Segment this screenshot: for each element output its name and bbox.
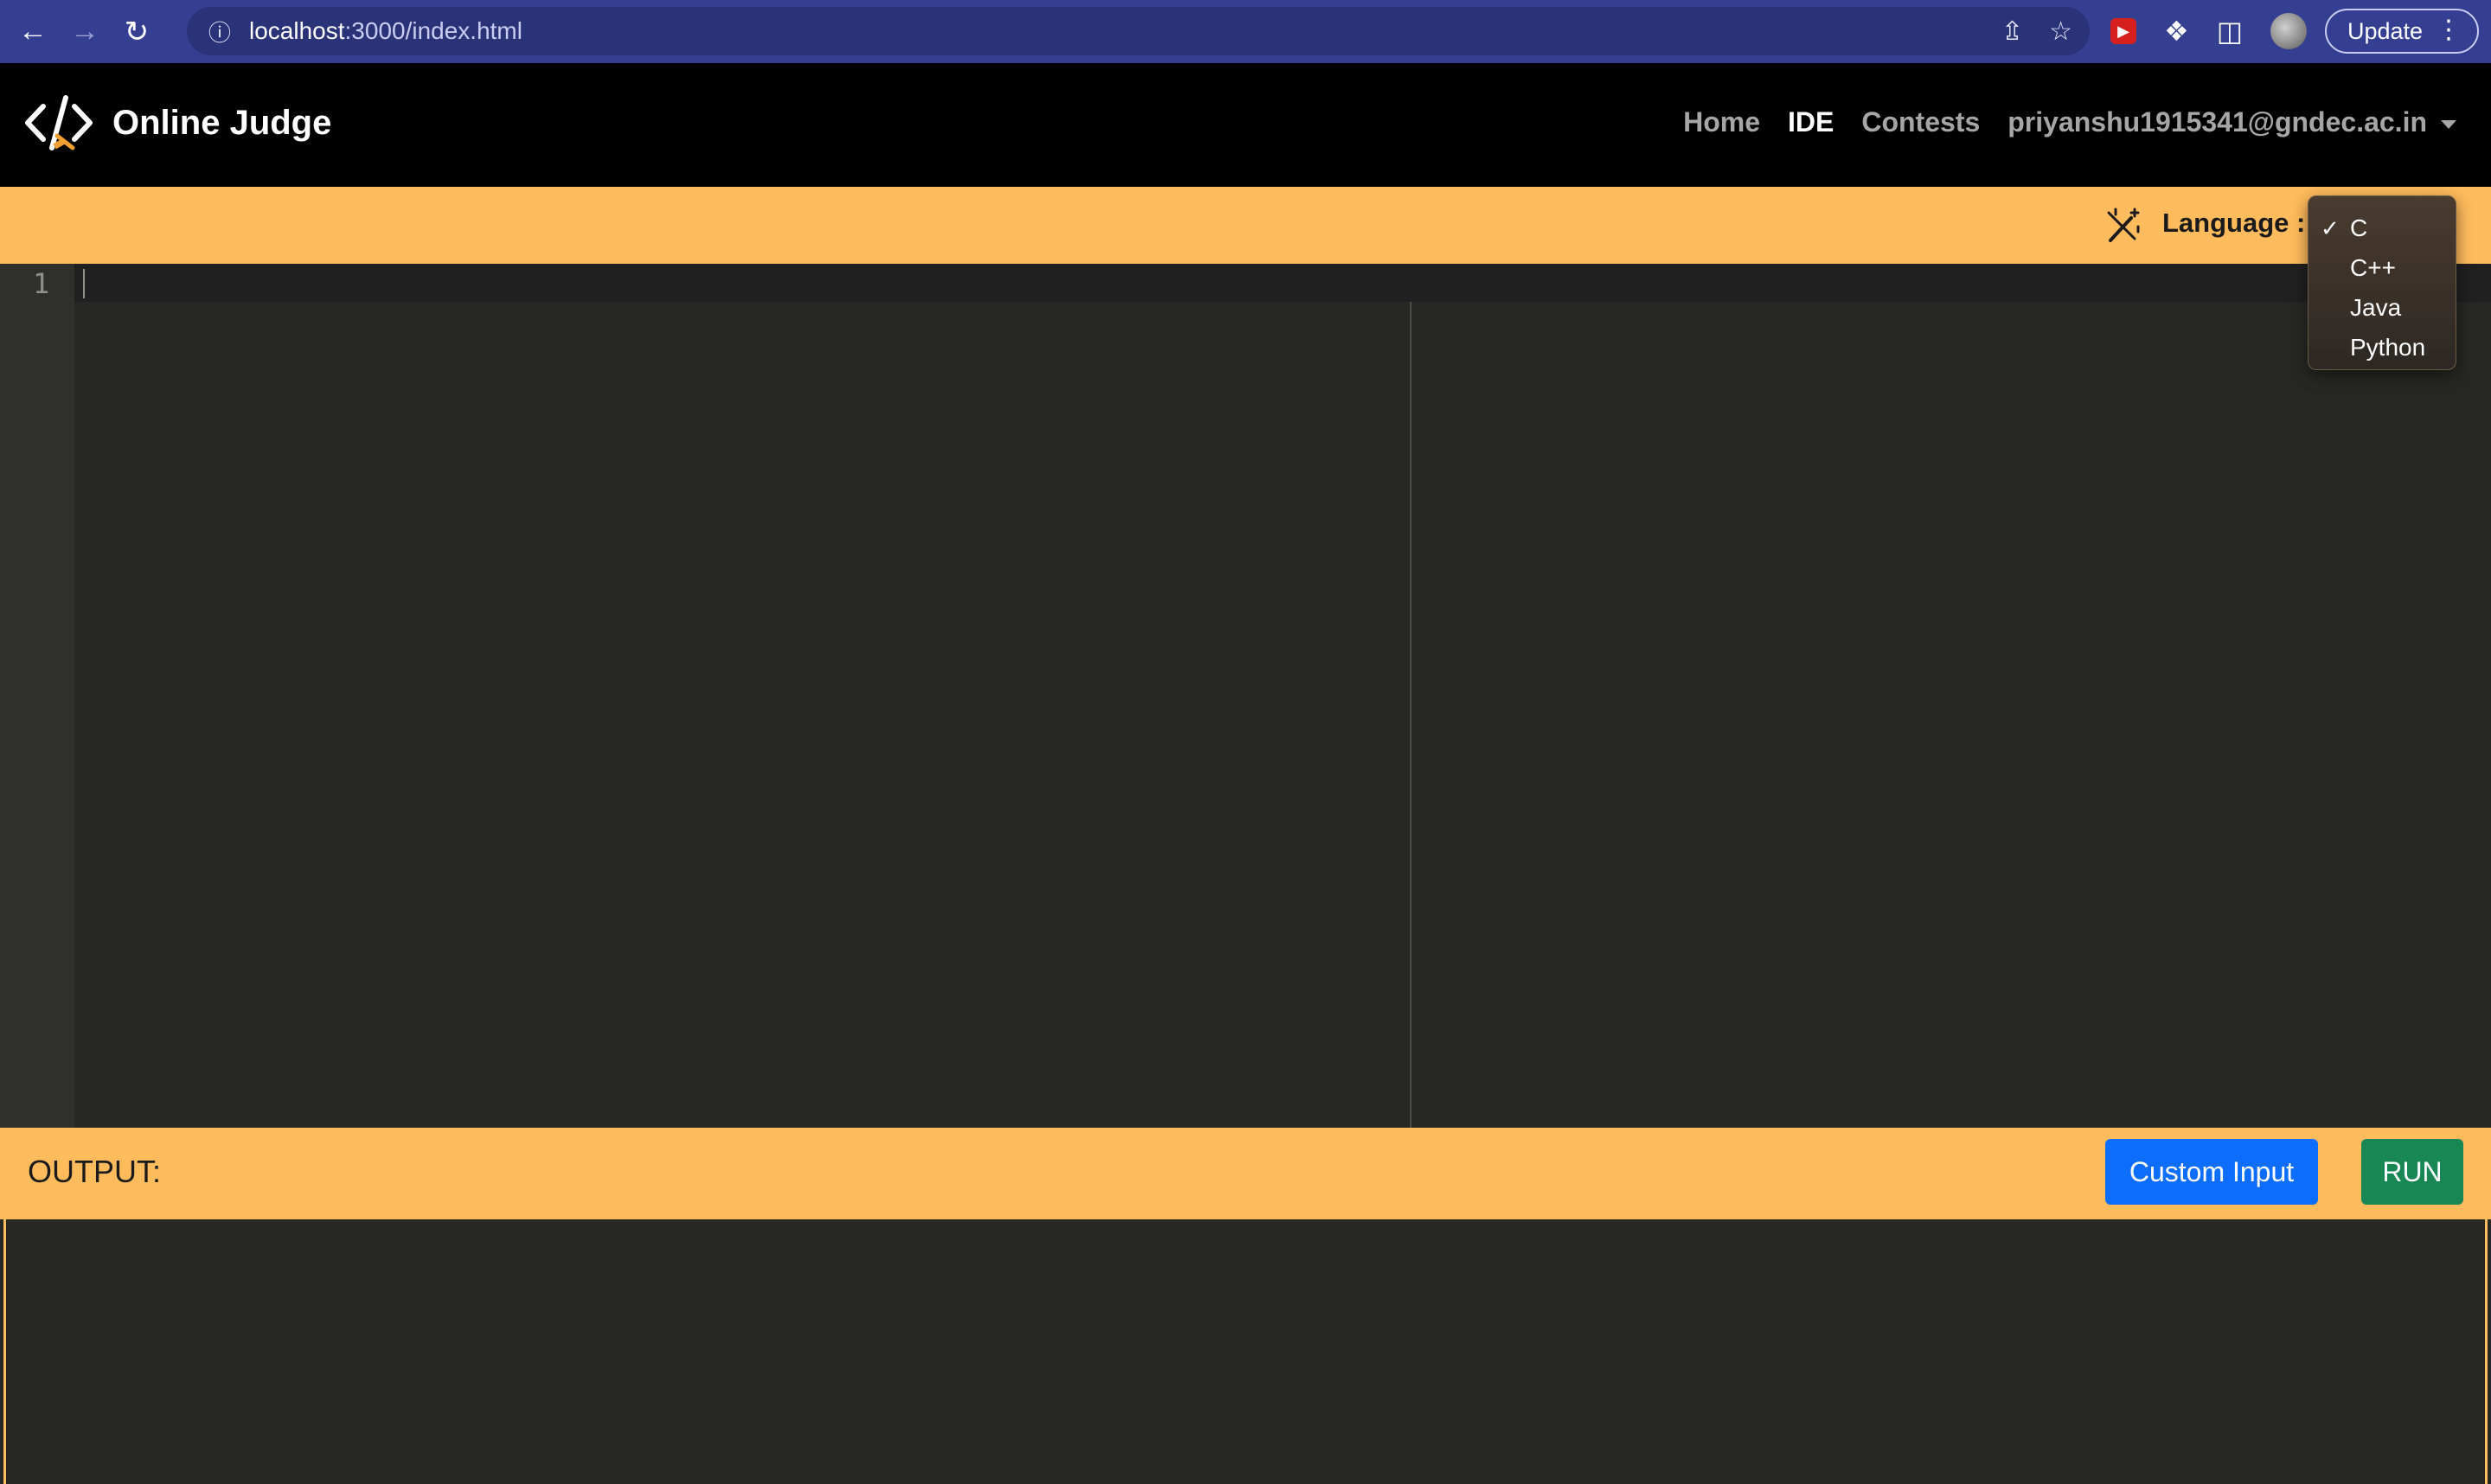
user-email: priyanshu1915341@gndec.ac.in bbox=[2008, 106, 2427, 138]
bookmark-star-icon[interactable]: ☆ bbox=[2049, 16, 2072, 47]
language-toolbar: Language : bbox=[0, 187, 2491, 264]
update-button[interactable]: Update ⋮ bbox=[2325, 9, 2479, 54]
language-select-menu[interactable]: ✓ C C++ Java Python bbox=[2308, 195, 2456, 370]
nav-home[interactable]: Home bbox=[1683, 106, 1760, 138]
language-option-java[interactable]: Java bbox=[2308, 288, 2456, 328]
language-label: Language : bbox=[2162, 208, 2306, 238]
url-path: :3000/index.html bbox=[344, 17, 522, 44]
site-info-icon[interactable]: ⓘ bbox=[206, 17, 234, 46]
custom-input-button[interactable]: Custom Input bbox=[2105, 1139, 2318, 1205]
address-bar[interactable]: ⓘ localhost:3000/index.html ⇫ ☆ bbox=[187, 7, 2090, 55]
back-icon[interactable]: ← bbox=[10, 10, 55, 54]
option-label: Python bbox=[2350, 334, 2426, 361]
user-menu[interactable]: priyanshu1915341@gndec.ac.in bbox=[2008, 106, 2456, 138]
option-label: C bbox=[2350, 214, 2368, 241]
brand[interactable]: Online Judge bbox=[22, 91, 331, 155]
update-label: Update bbox=[2347, 17, 2424, 44]
url-text[interactable]: localhost:3000/index.html bbox=[249, 17, 522, 45]
menu-dots-icon[interactable]: ⋮ bbox=[2436, 17, 2462, 43]
run-button[interactable]: RUN bbox=[2361, 1139, 2463, 1205]
extension-red-icon[interactable]: ▶ bbox=[2110, 18, 2136, 44]
brand-name: Online Judge bbox=[112, 103, 332, 142]
code-logo-icon bbox=[25, 95, 93, 150]
nav-contests[interactable]: Contests bbox=[1861, 106, 1980, 138]
code-editor[interactable]: 1 bbox=[0, 264, 2491, 1128]
puzzle-extensions-icon[interactable]: ❖ bbox=[2164, 15, 2189, 48]
url-host: localhost bbox=[249, 17, 345, 44]
line-number: 1 bbox=[33, 267, 50, 300]
output-label: OUTPUT: bbox=[28, 1154, 162, 1189]
share-icon[interactable]: ⇫ bbox=[2001, 16, 2023, 47]
magic-wand-icon[interactable] bbox=[2104, 206, 2143, 246]
language-option-c[interactable]: ✓ C bbox=[2308, 208, 2456, 248]
print-margin bbox=[1410, 302, 1412, 1128]
language-option-python[interactable]: Python bbox=[2308, 328, 2456, 368]
checkmark-icon: ✓ bbox=[2321, 215, 2340, 241]
text-cursor bbox=[83, 269, 85, 298]
side-panel-icon[interactable]: ◫ bbox=[2217, 15, 2243, 48]
nav-links: Home IDE Contests priyanshu1915341@gndec… bbox=[1655, 106, 2456, 138]
chevron-down-icon bbox=[2441, 119, 2456, 129]
profile-avatar[interactable] bbox=[2270, 13, 2307, 49]
forward-icon[interactable]: → bbox=[62, 10, 107, 54]
output-toolbar: OUTPUT: Custom Input RUN bbox=[0, 1128, 2491, 1219]
browser-toolbar: ← → ↻ ⓘ localhost:3000/index.html ⇫ ☆ ▶ … bbox=[0, 0, 2491, 63]
option-label: C++ bbox=[2350, 254, 2396, 281]
active-line-highlight bbox=[0, 264, 2491, 302]
reload-icon[interactable]: ↻ bbox=[114, 10, 159, 54]
nav-ide[interactable]: IDE bbox=[1788, 106, 1834, 138]
language-option-cpp[interactable]: C++ bbox=[2308, 248, 2456, 288]
editor-gutter bbox=[0, 264, 74, 1128]
site-navbar: Online Judge Home IDE Contests priyanshu… bbox=[0, 63, 2491, 187]
option-label: Java bbox=[2350, 294, 2402, 321]
output-panel[interactable] bbox=[3, 1219, 2488, 1484]
